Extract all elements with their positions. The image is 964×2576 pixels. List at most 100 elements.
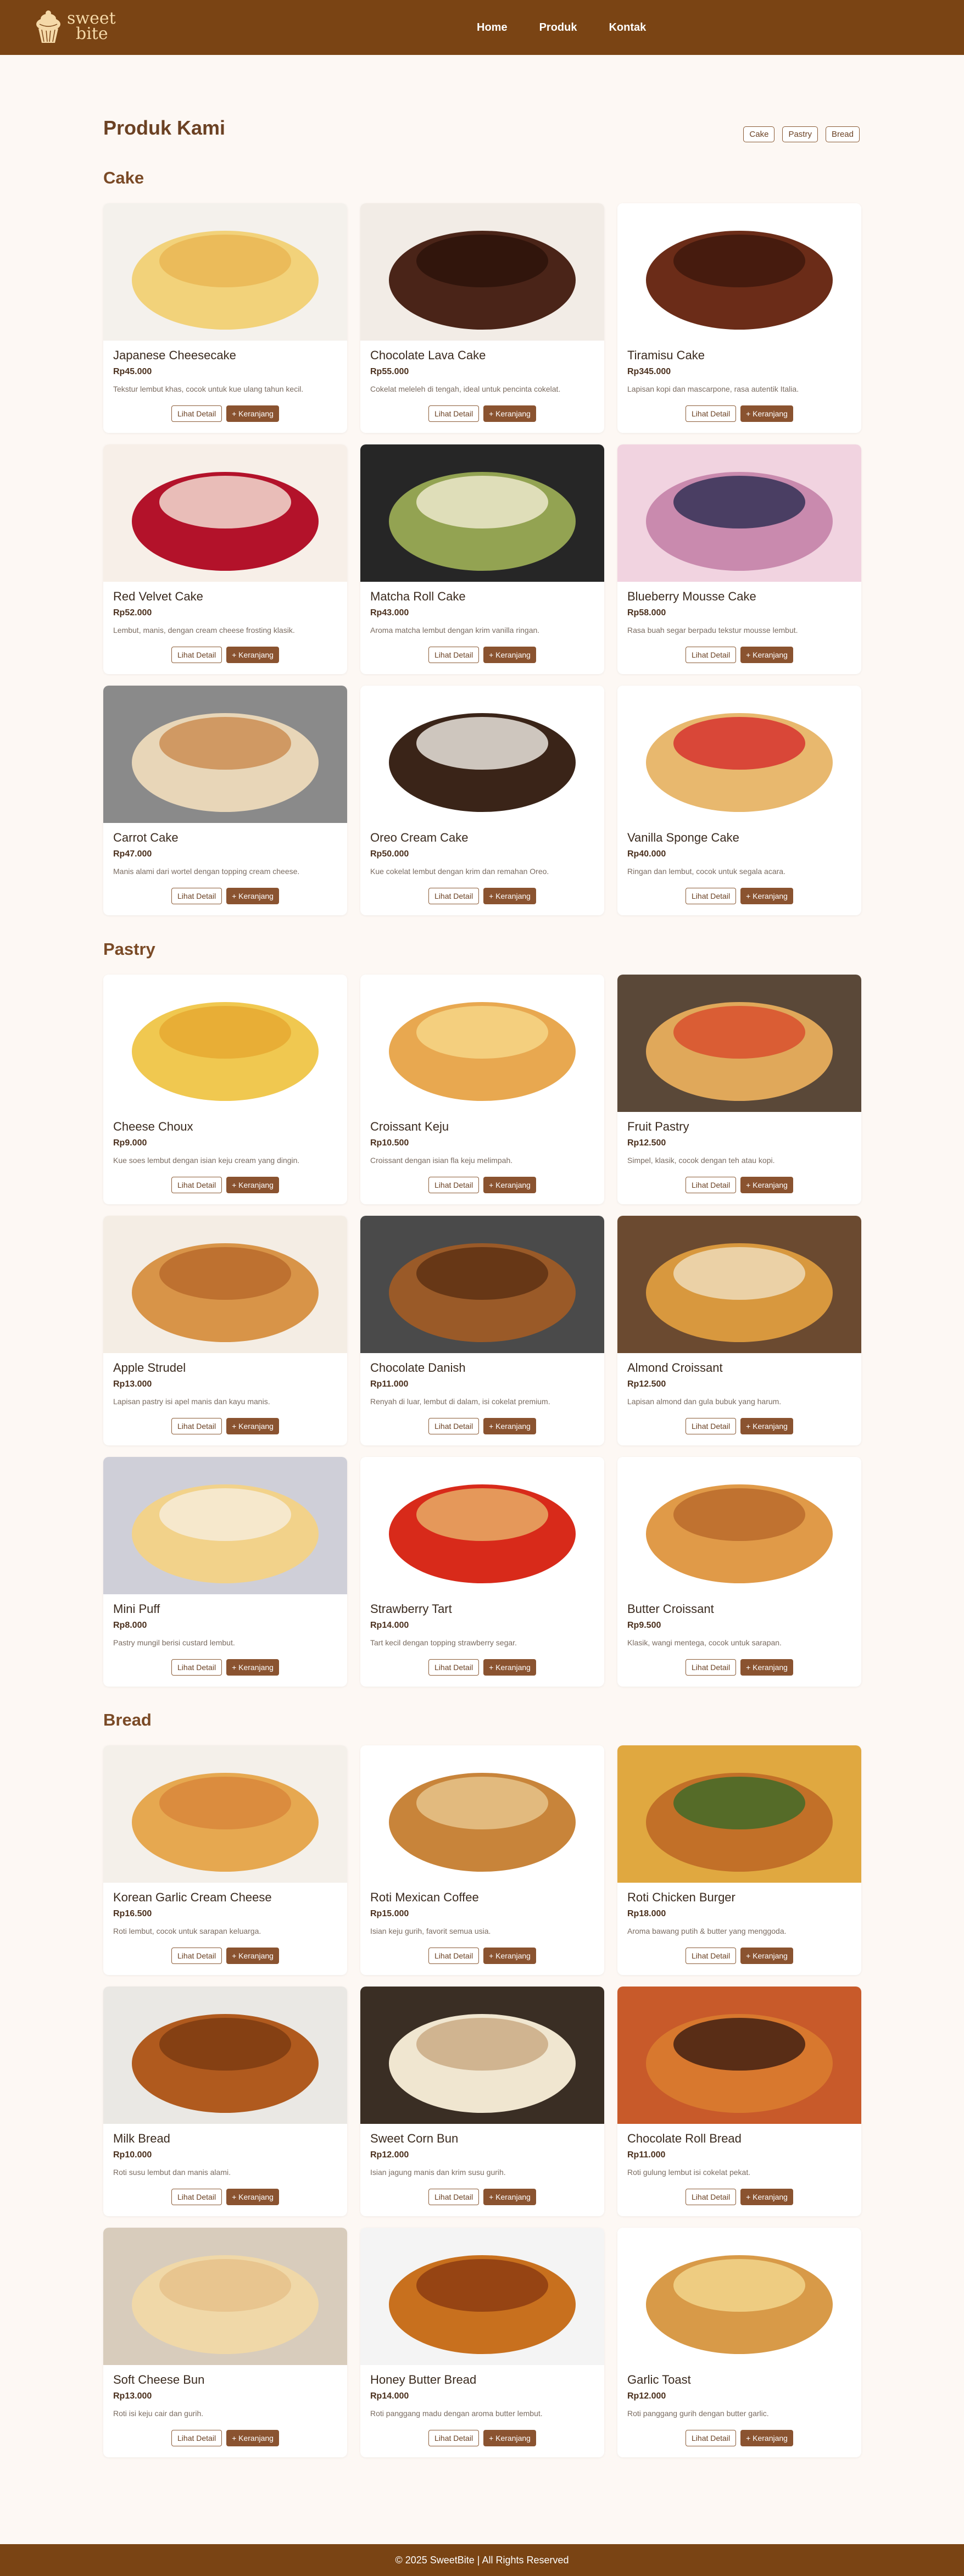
- add-to-cart-button[interactable]: + Keranjang: [740, 647, 793, 663]
- product-actions: Lihat Detail + Keranjang: [360, 647, 604, 663]
- product-image[interactable]: [617, 1987, 861, 2124]
- add-to-cart-button[interactable]: + Keranjang: [226, 888, 279, 904]
- product-price: Rp8.000: [113, 1621, 147, 1630]
- product-image[interactable]: [360, 686, 604, 823]
- product-image[interactable]: [360, 1457, 604, 1594]
- view-detail-button[interactable]: Lihat Detail: [686, 1948, 737, 1964]
- view-detail-button[interactable]: Lihat Detail: [428, 1659, 480, 1676]
- product-image[interactable]: [103, 686, 347, 823]
- add-to-cart-button[interactable]: + Keranjang: [740, 1418, 793, 1434]
- nav-home[interactable]: Home: [477, 21, 508, 34]
- product-card: Tiramisu Cake Rp345.000 Lapisan kopi dan m…: [617, 203, 861, 433]
- product-image[interactable]: [617, 686, 861, 823]
- add-to-cart-button[interactable]: + Keranjang: [483, 2189, 536, 2205]
- product-price: Rp55.000: [370, 367, 409, 376]
- view-detail-button[interactable]: Lihat Detail: [171, 2430, 222, 2446]
- view-detail-button[interactable]: Lihat Detail: [428, 1948, 480, 1964]
- product-actions: Lihat Detail + Keranjang: [360, 1948, 604, 1964]
- add-to-cart-button[interactable]: + Keranjang: [483, 405, 536, 422]
- product-card: Apple Strudel Rp13.000 Lapisan pastry isi …: [103, 1216, 347, 1445]
- view-detail-button[interactable]: Lihat Detail: [428, 1418, 480, 1434]
- view-detail-button[interactable]: Lihat Detail: [428, 2430, 480, 2446]
- add-to-cart-button[interactable]: + Keranjang: [483, 647, 536, 663]
- view-detail-button[interactable]: Lihat Detail: [686, 647, 737, 663]
- add-to-cart-button[interactable]: + Keranjang: [483, 1177, 536, 1193]
- add-to-cart-button[interactable]: + Keranjang: [740, 1948, 793, 1964]
- view-detail-button[interactable]: Lihat Detail: [686, 1659, 737, 1676]
- product-image[interactable]: [103, 1745, 347, 1883]
- add-to-cart-button[interactable]: + Keranjang: [483, 1948, 536, 1964]
- product-image[interactable]: [103, 1987, 347, 2124]
- product-image[interactable]: [103, 203, 347, 341]
- product-image[interactable]: [617, 2228, 861, 2365]
- product-image[interactable]: [360, 975, 604, 1112]
- product-image[interactable]: [103, 2228, 347, 2365]
- view-detail-button[interactable]: Lihat Detail: [686, 1177, 737, 1193]
- product-image[interactable]: [103, 1457, 347, 1594]
- view-detail-button[interactable]: Lihat Detail: [428, 405, 480, 422]
- view-detail-button[interactable]: Lihat Detail: [171, 1659, 222, 1676]
- add-to-cart-button[interactable]: + Keranjang: [740, 2430, 793, 2446]
- add-to-cart-button[interactable]: + Keranjang: [226, 1418, 279, 1434]
- product-description: Isian jagung manis dan krim susu gurih.: [370, 2168, 506, 2177]
- add-to-cart-button[interactable]: + Keranjang: [483, 1418, 536, 1434]
- add-to-cart-button[interactable]: + Keranjang: [226, 2430, 279, 2446]
- product-image[interactable]: [360, 1745, 604, 1883]
- view-detail-button[interactable]: Lihat Detail: [171, 1177, 222, 1193]
- add-to-cart-button[interactable]: + Keranjang: [483, 2430, 536, 2446]
- view-detail-button[interactable]: Lihat Detail: [428, 888, 480, 904]
- view-detail-button[interactable]: Lihat Detail: [428, 647, 480, 663]
- view-detail-button[interactable]: Lihat Detail: [686, 2430, 737, 2446]
- add-to-cart-button[interactable]: + Keranjang: [740, 1177, 793, 1193]
- add-to-cart-button[interactable]: + Keranjang: [740, 1659, 793, 1676]
- product-image[interactable]: [103, 975, 347, 1112]
- view-detail-button[interactable]: Lihat Detail: [428, 1177, 480, 1193]
- product-description: Roti isi keju cair dan gurih.: [113, 2409, 204, 2418]
- product-image[interactable]: [617, 444, 861, 582]
- add-to-cart-button[interactable]: + Keranjang: [226, 1659, 279, 1676]
- view-detail-button[interactable]: Lihat Detail: [171, 647, 222, 663]
- product-image[interactable]: [103, 444, 347, 582]
- add-to-cart-button[interactable]: + Keranjang: [226, 2189, 279, 2205]
- nav-produk[interactable]: Produk: [539, 21, 577, 34]
- product-price: Rp47.000: [113, 849, 152, 859]
- view-detail-button[interactable]: Lihat Detail: [171, 405, 222, 422]
- product-image[interactable]: [617, 1745, 861, 1883]
- view-detail-button[interactable]: Lihat Detail: [171, 888, 222, 904]
- add-to-cart-button[interactable]: + Keranjang: [740, 405, 793, 422]
- view-detail-button[interactable]: Lihat Detail: [171, 1948, 222, 1964]
- product-image[interactable]: [360, 1216, 604, 1353]
- product-image[interactable]: [103, 1216, 347, 1353]
- product-image[interactable]: [360, 203, 604, 341]
- product-image[interactable]: [360, 2228, 604, 2365]
- add-to-cart-button[interactable]: + Keranjang: [226, 1948, 279, 1964]
- view-detail-button[interactable]: Lihat Detail: [428, 2189, 480, 2205]
- filter-pastry-button[interactable]: Pastry: [782, 126, 818, 142]
- product-image[interactable]: [617, 975, 861, 1112]
- nav-kontak[interactable]: Kontak: [609, 21, 646, 34]
- view-detail-button[interactable]: Lihat Detail: [686, 2189, 737, 2205]
- add-to-cart-button[interactable]: + Keranjang: [483, 1659, 536, 1676]
- product-image[interactable]: [617, 1216, 861, 1353]
- product-image[interactable]: [617, 203, 861, 341]
- product-name: Garlic Toast: [627, 2373, 691, 2386]
- add-to-cart-button[interactable]: + Keranjang: [226, 647, 279, 663]
- filter-bread-button[interactable]: Bread: [825, 126, 860, 142]
- add-to-cart-button[interactable]: + Keranjang: [483, 888, 536, 904]
- brand-logo[interactable]: sweet bite: [34, 7, 122, 48]
- product-image[interactable]: [360, 1987, 604, 2124]
- view-detail-button[interactable]: Lihat Detail: [686, 1418, 737, 1434]
- view-detail-button[interactable]: Lihat Detail: [686, 405, 737, 422]
- add-to-cart-button[interactable]: + Keranjang: [226, 1177, 279, 1193]
- view-detail-button[interactable]: Lihat Detail: [171, 2189, 222, 2205]
- add-to-cart-button[interactable]: + Keranjang: [740, 888, 793, 904]
- product-image[interactable]: [360, 444, 604, 582]
- filter-cake-button[interactable]: Cake: [743, 126, 775, 142]
- view-detail-button[interactable]: Lihat Detail: [171, 1418, 222, 1434]
- add-to-cart-button[interactable]: + Keranjang: [226, 405, 279, 422]
- product-price: Rp9.500: [627, 1621, 661, 1630]
- product-description: Aroma bawang putih & butter yang menggod…: [627, 1927, 787, 1935]
- product-image[interactable]: [617, 1457, 861, 1594]
- view-detail-button[interactable]: Lihat Detail: [686, 888, 737, 904]
- add-to-cart-button[interactable]: + Keranjang: [740, 2189, 793, 2205]
